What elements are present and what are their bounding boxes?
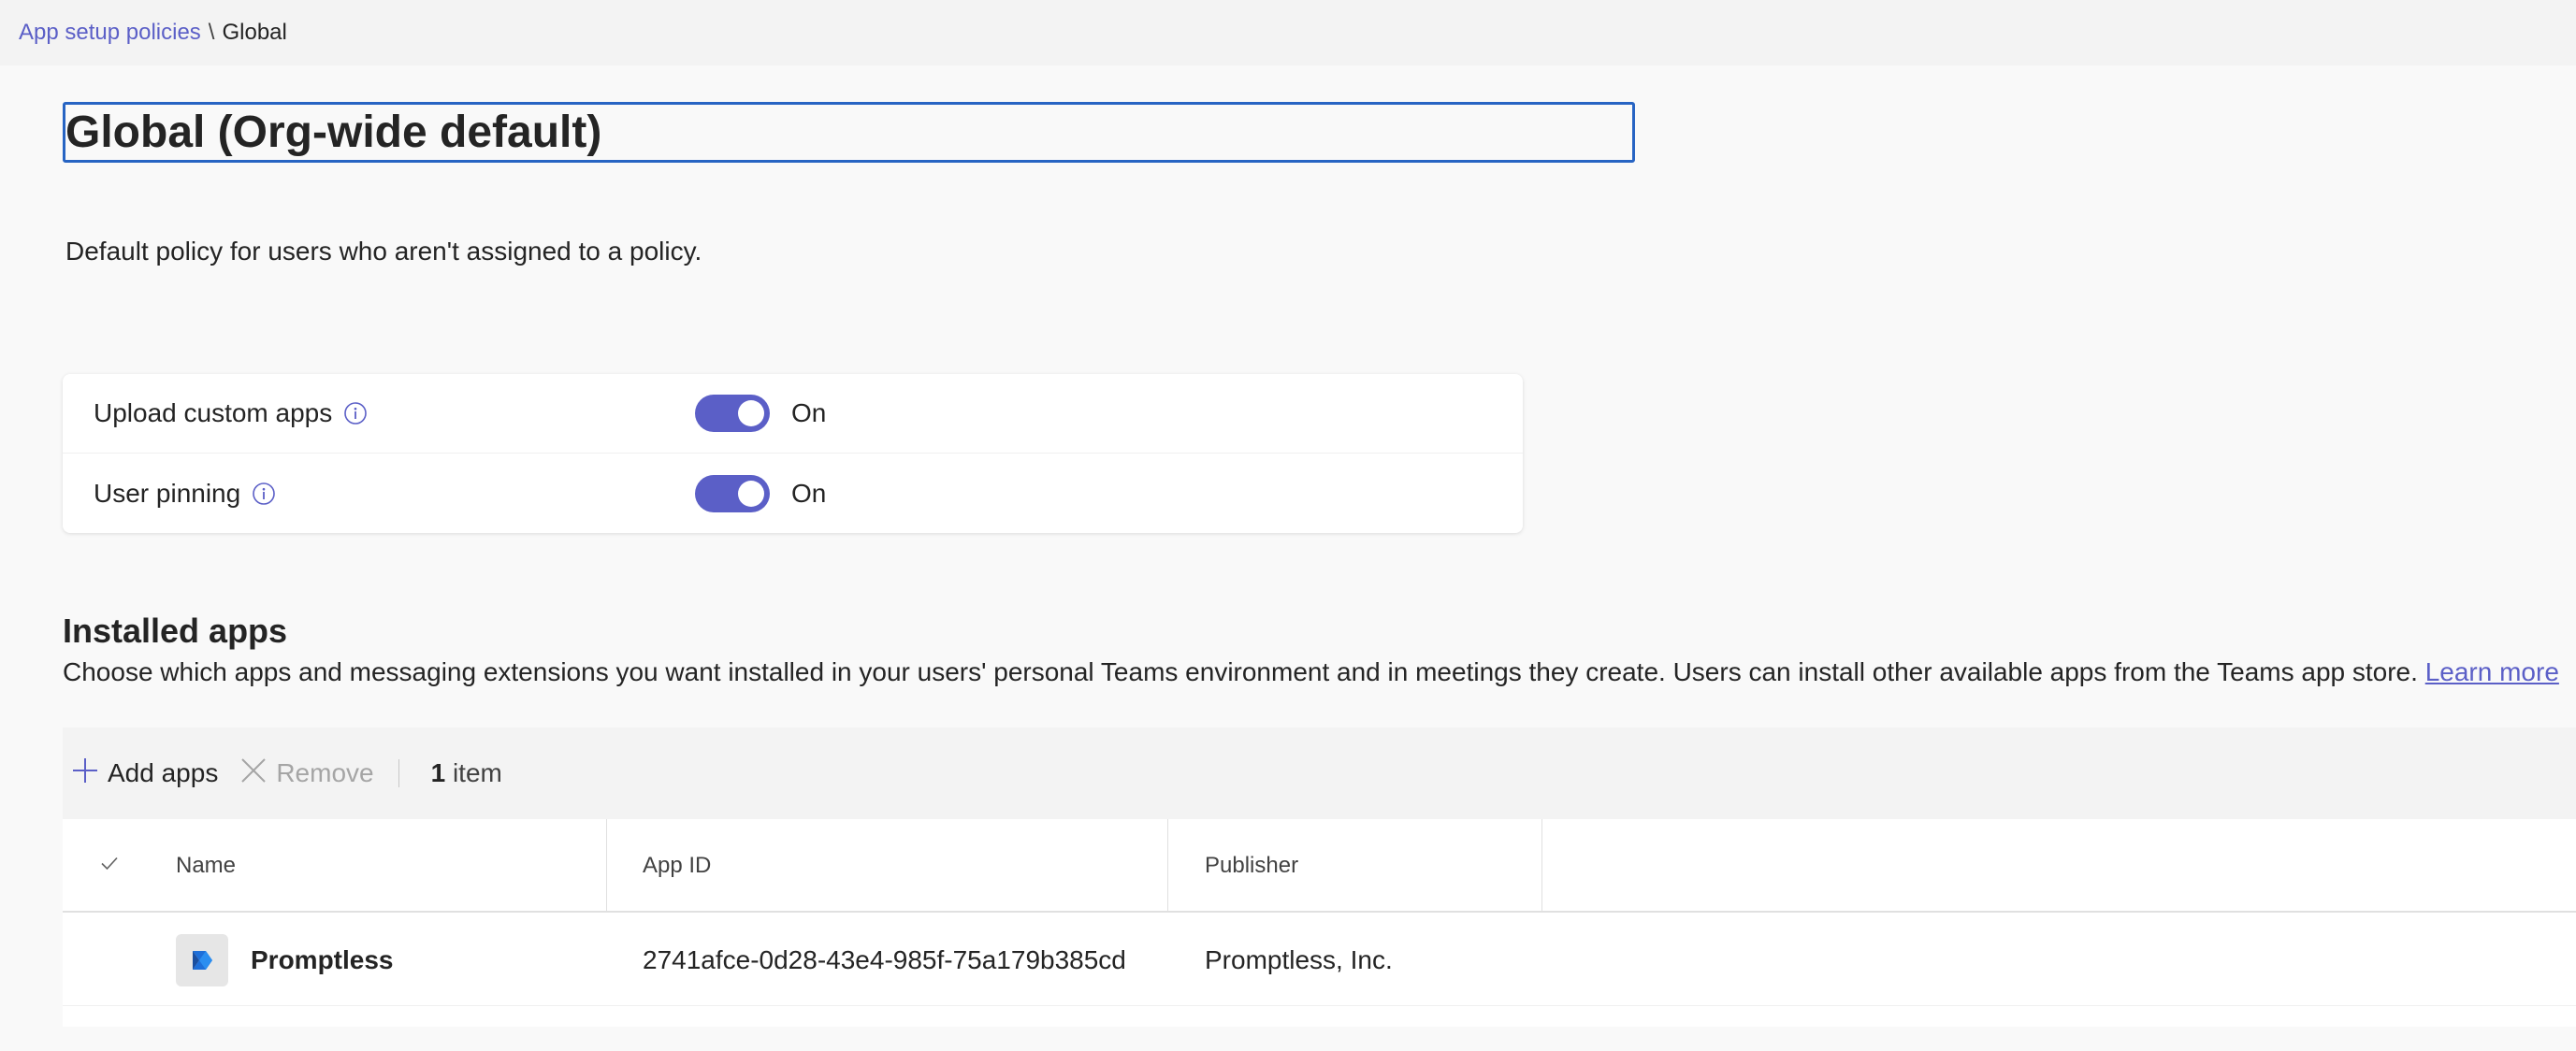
policy-title-field[interactable]: Global (Org-wide default) bbox=[63, 102, 1635, 163]
breadcrumb-link-app-setup-policies[interactable]: App setup policies bbox=[19, 20, 201, 46]
app-icon bbox=[176, 934, 228, 986]
upload-custom-apps-toggle[interactable] bbox=[695, 395, 770, 432]
remove-label: Remove bbox=[276, 758, 374, 787]
user-pinning-toggle[interactable] bbox=[695, 474, 770, 512]
column-header-app-id[interactable]: App ID bbox=[643, 819, 711, 913]
app-name[interactable]: Promptless bbox=[251, 914, 394, 1006]
page-title: Global (Org-wide default) bbox=[65, 107, 602, 157]
setting-label-user-pinning: User pinning bbox=[94, 478, 241, 508]
column-header-name[interactable]: Name bbox=[176, 819, 236, 913]
select-all-checkbox[interactable] bbox=[98, 819, 121, 913]
installed-apps-table: Name App ID Publisher Promptless 2741afc… bbox=[63, 819, 2576, 1027]
publisher-cell: Promptless, Inc. bbox=[1205, 945, 1393, 974]
setting-row-user-pinning: User pinning On bbox=[63, 454, 1523, 533]
toggle-state-label: On bbox=[791, 478, 827, 508]
item-count: 1 item bbox=[431, 758, 502, 788]
toggle-knob bbox=[738, 400, 764, 426]
column-divider[interactable] bbox=[1541, 819, 1542, 913]
close-icon bbox=[239, 756, 276, 792]
plus-icon bbox=[70, 756, 108, 792]
command-bar: Add apps Remove 1 item bbox=[63, 727, 2576, 819]
add-apps-label: Add apps bbox=[108, 758, 219, 787]
learn-more-link[interactable]: Learn more bbox=[2425, 657, 2559, 686]
item-count-number: 1 bbox=[430, 758, 446, 787]
info-icon[interactable] bbox=[343, 401, 368, 425]
toggle-state-label: On bbox=[791, 398, 827, 427]
breadcrumb-separator: \ bbox=[208, 20, 215, 45]
installed-apps-description-text: Choose which apps and messaging extensio… bbox=[63, 657, 2418, 686]
table-header: Name App ID Publisher bbox=[63, 819, 2576, 913]
setting-label-upload-custom-apps: Upload custom apps bbox=[94, 398, 333, 427]
item-count-unit: item bbox=[452, 758, 502, 787]
installed-apps-description: Choose which apps and messaging extensio… bbox=[63, 657, 2559, 687]
policy-description: Default policy for users who aren't assi… bbox=[65, 237, 702, 266]
toggle-knob bbox=[738, 480, 764, 507]
table-row[interactable]: Promptless 2741afce-0d28-43e4-985f-75a17… bbox=[63, 914, 2576, 1006]
column-divider[interactable] bbox=[606, 819, 607, 913]
setting-row-upload-custom-apps: Upload custom apps On bbox=[63, 374, 1523, 454]
info-icon[interactable] bbox=[252, 482, 276, 506]
remove-button[interactable]: Remove bbox=[239, 756, 374, 792]
installed-apps-heading: Installed apps bbox=[63, 612, 288, 650]
app-id-cell: 2741afce-0d28-43e4-985f-75a179b385cd bbox=[643, 945, 1126, 974]
settings-card: Upload custom apps On User pinning On bbox=[63, 374, 1523, 533]
divider bbox=[398, 759, 399, 787]
breadcrumb: App setup policies \ Global bbox=[0, 0, 2576, 65]
add-apps-button[interactable]: Add apps bbox=[70, 756, 218, 792]
breadcrumb-current: Global bbox=[222, 20, 287, 45]
column-header-publisher[interactable]: Publisher bbox=[1205, 819, 1298, 913]
column-divider[interactable] bbox=[1167, 819, 1168, 913]
checkmark-icon bbox=[98, 852, 121, 881]
